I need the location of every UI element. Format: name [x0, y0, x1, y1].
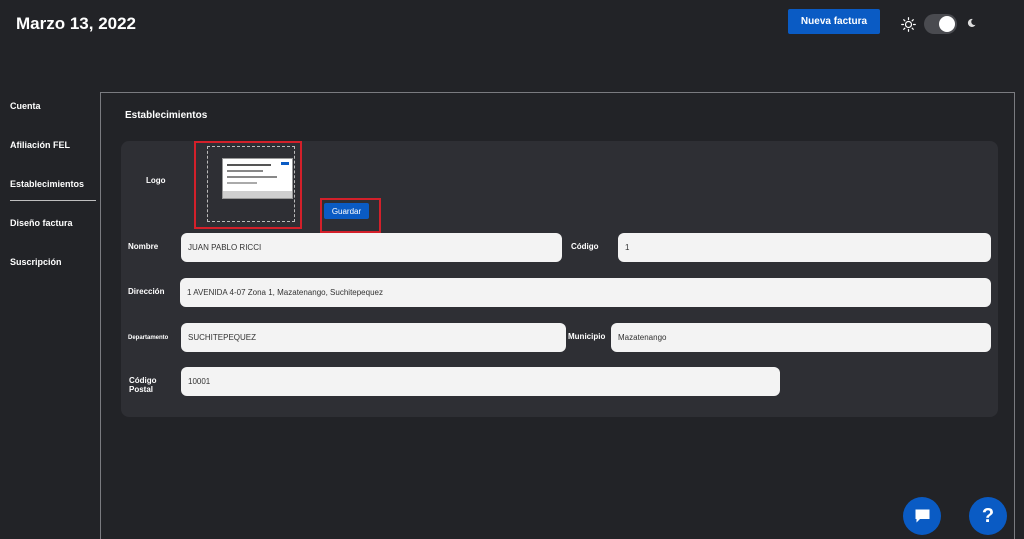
sidebar-item-diseno-factura[interactable]: Diseño factura	[10, 209, 96, 248]
logo-preview-image	[222, 158, 293, 199]
help-button[interactable]: ?	[969, 497, 1007, 535]
chat-icon	[915, 509, 929, 523]
settings-sidebar: Cuenta Afiliación FEL Establecimientos D…	[10, 92, 96, 287]
help-icon: ?	[981, 504, 995, 527]
nombre-label: Nombre	[128, 242, 159, 251]
establishment-form-card: Logo Guardar Nombre Código Dirección Dep…	[121, 141, 998, 417]
codigo-input[interactable]	[618, 233, 991, 262]
panel-title: Establecimientos	[125, 110, 208, 121]
nombre-input[interactable]	[181, 233, 562, 262]
codigo-postal-label: Código Postal	[129, 376, 157, 394]
municipio-input[interactable]	[611, 323, 991, 352]
theme-toggle[interactable]	[924, 14, 957, 34]
direccion-input[interactable]	[180, 278, 991, 307]
municipio-label: Municipio	[568, 332, 606, 341]
departamento-label: Departamento	[128, 335, 169, 341]
theme-toggle-knob	[939, 16, 955, 32]
codigo-label: Código	[571, 242, 599, 251]
save-logo-button[interactable]: Guardar	[324, 203, 369, 219]
sidebar-item-afiliacion-fel[interactable]: Afiliación FEL	[10, 131, 96, 170]
page-title-date: Marzo 13, 2022	[16, 14, 137, 33]
departamento-input[interactable]	[181, 323, 566, 352]
sidebar-item-cuenta[interactable]: Cuenta	[10, 92, 96, 131]
direccion-label: Dirección	[128, 287, 165, 296]
logo-label: Logo	[146, 176, 166, 185]
new-invoice-button[interactable]: Nueva factura	[788, 9, 880, 34]
chat-button[interactable]	[903, 497, 941, 535]
sidebar-item-establecimientos[interactable]: Establecimientos	[10, 170, 96, 209]
sun-icon	[901, 17, 916, 32]
moon-icon	[967, 18, 976, 27]
establishments-panel: Establecimientos Logo Guardar Nombre Cód…	[100, 92, 1015, 539]
sidebar-item-suscripcion[interactable]: Suscripción	[10, 248, 96, 287]
codigo-postal-input[interactable]	[181, 367, 780, 396]
